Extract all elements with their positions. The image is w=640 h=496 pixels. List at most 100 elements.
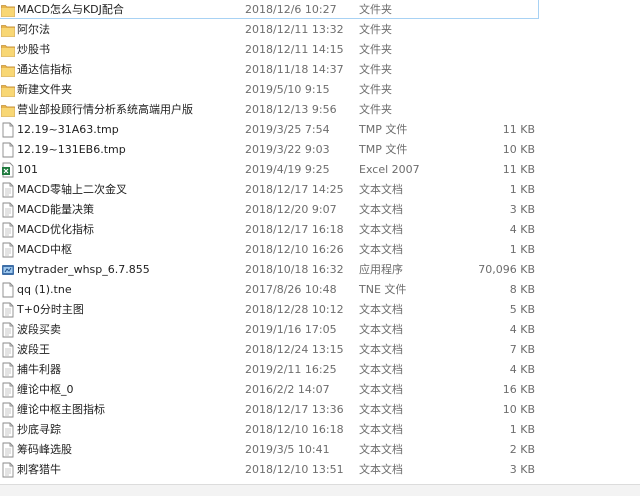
file-name: qq (1).tne [17,283,72,296]
file-size: 16 KB [502,383,535,396]
text-file-icon [1,222,15,238]
file-name: 通达信指标 [17,63,72,76]
file-date: 2018/12/28 10:12 [245,303,344,316]
file-row[interactable]: qq (1).tne 2017/8/26 10:48 TNE 文件 8 KB [0,280,640,300]
folder-icon [1,102,15,118]
file-date: 2017/8/26 10:48 [245,283,337,296]
file-name: 101 [17,163,38,176]
file-size: 70,096 KB [478,263,535,276]
file-date: 2019/1/16 17:05 [245,323,337,336]
file-type: 文件夹 [359,103,392,116]
file-row[interactable]: T+0分时主图 2018/12/28 10:12 文本文档 5 KB [0,300,640,320]
file-size: 10 KB [502,143,535,156]
file-row[interactable]: 抄底寻踪 2018/12/10 16:18 文本文档 1 KB [0,420,640,440]
file-name: MACD零轴上二次金叉 [17,183,127,196]
file-row[interactable]: 新建文件夹 2019/5/10 9:15 文件夹 [0,80,640,100]
file-size: 7 KB [509,343,535,356]
file-row[interactable]: 通达信指标 2018/11/18 14:37 文件夹 [0,60,640,80]
file-date: 2018/12/17 16:18 [245,223,344,236]
file-row[interactable]: MACD能量决策 2018/12/20 9:07 文本文档 3 KB [0,200,640,220]
file-size: 3 KB [509,463,535,476]
file-name: 新建文件夹 [17,83,72,96]
text-file-icon [1,382,15,398]
file-date: 2018/12/24 13:15 [245,343,344,356]
file-name: 抄底寻踪 [17,423,61,436]
text-file-icon [1,242,15,258]
file-name: 捕牛利器 [17,363,61,376]
file-date: 2019/3/5 10:41 [245,443,330,456]
app-icon [1,262,15,278]
file-size: 5 KB [509,303,535,316]
file-name: 炒股书 [17,43,50,56]
file-date: 2019/2/11 16:25 [245,363,337,376]
file-type: 应用程序 [359,263,403,276]
file-name: 波段买卖 [17,323,61,336]
text-file-icon [1,442,15,458]
text-file-icon [1,402,15,418]
file-size: 11 KB [502,163,535,176]
file-row[interactable]: 波段王 2018/12/24 13:15 文本文档 7 KB [0,340,640,360]
file-date: 2018/10/18 16:32 [245,263,344,276]
file-row[interactable]: 101 2019/4/19 9:25 Excel 2007 11 KB [0,160,640,180]
file-row[interactable]: 缠论中枢主图指标 2018/12/17 13:36 文本文档 10 KB [0,400,640,420]
file-row[interactable]: 12.19~131EB6.tmp 2019/3/22 9:03 TMP 文件 10 K… [0,140,640,160]
file-row[interactable]: 刺客猎牛 2018/12/10 13:51 文本文档 3 KB [0,460,640,480]
file-row[interactable]: MACD中枢 2018/12/10 16:26 文本文档 1 KB [0,240,640,260]
folder-icon [1,62,15,78]
file-row[interactable]: MACD怎么与KDJ配合 2018/12/6 10:27 文件夹 [0,0,640,20]
folder-icon [1,42,15,58]
file-size: 11 KB [502,123,535,136]
file-size: 2 KB [509,443,535,456]
file-type: 文本文档 [359,183,403,196]
file-type: Excel 2007 [359,163,420,176]
file-type: 文件夹 [359,23,392,36]
file-row[interactable]: 捕牛利器 2019/2/11 16:25 文本文档 4 KB [0,360,640,380]
file-type: 文本文档 [359,343,403,356]
file-date: 2018/12/11 13:32 [245,23,344,36]
file-type: 文件夹 [359,63,392,76]
file-row[interactable]: 缠论中枢_0 2016/2/2 14:07 文本文档 16 KB [0,380,640,400]
text-file-icon [1,342,15,358]
file-date: 2019/4/19 9:25 [245,163,330,176]
file-row[interactable]: 12.19~31A63.tmp 2019/3/25 7:54 TMP 文件 11 KB [0,120,640,140]
file-date: 2019/3/25 7:54 [245,123,330,136]
file-name: 阿尔法 [17,23,50,36]
file-row[interactable]: MACD零轴上二次金叉 2018/12/17 14:25 文本文档 1 KB [0,180,640,200]
file-type: 文本文档 [359,223,403,236]
file-type: 文本文档 [359,243,403,256]
file-row[interactable]: 筹码峰选股 2019/3/5 10:41 文本文档 2 KB [0,440,640,460]
file-row[interactable]: mytrader_whsp_6.7.855 2018/10/18 16:32 应用程… [0,260,640,280]
file-name: 12.19~131EB6.tmp [17,143,126,156]
details-pane [0,484,640,496]
file-icon [1,282,15,298]
file-date: 2018/12/20 9:07 [245,203,337,216]
file-row[interactable]: 波段买卖 2019/1/16 17:05 文本文档 4 KB [0,320,640,340]
file-name: 刺客猎牛 [17,463,61,476]
file-type: 文本文档 [359,323,403,336]
file-size: 4 KB [509,223,535,236]
file-type: TMP 文件 [359,123,408,136]
file-type: 文件夹 [359,83,392,96]
file-size: 3 KB [509,203,535,216]
file-row[interactable]: 阿尔法 2018/12/11 13:32 文件夹 [0,20,640,40]
excel-icon [1,162,15,178]
file-date: 2018/12/10 16:26 [245,243,344,256]
file-icon [1,142,15,158]
file-date: 2018/12/11 14:15 [245,43,344,56]
file-type: 文本文档 [359,463,403,476]
file-size: 1 KB [509,243,535,256]
file-name: MACD中枢 [17,243,72,256]
file-date: 2018/12/17 13:36 [245,403,344,416]
file-name: 缠论中枢主图指标 [17,403,105,416]
file-name: T+0分时主图 [17,303,84,316]
text-file-icon [1,322,15,338]
file-row[interactable]: 炒股书 2018/12/11 14:15 文件夹 [0,40,640,60]
file-name: MACD怎么与KDJ配合 [17,3,124,16]
file-date: 2016/2/2 14:07 [245,383,330,396]
file-name: 缠论中枢_0 [17,383,74,396]
file-row[interactable]: MACD优化指标 2018/12/17 16:18 文本文档 4 KB [0,220,640,240]
text-file-icon [1,202,15,218]
file-row[interactable]: 营业部投顾行情分析系统高端用户版 2018/12/13 9:56 文件夹 [0,100,640,120]
file-size: 4 KB [509,323,535,336]
file-type: 文本文档 [359,363,403,376]
